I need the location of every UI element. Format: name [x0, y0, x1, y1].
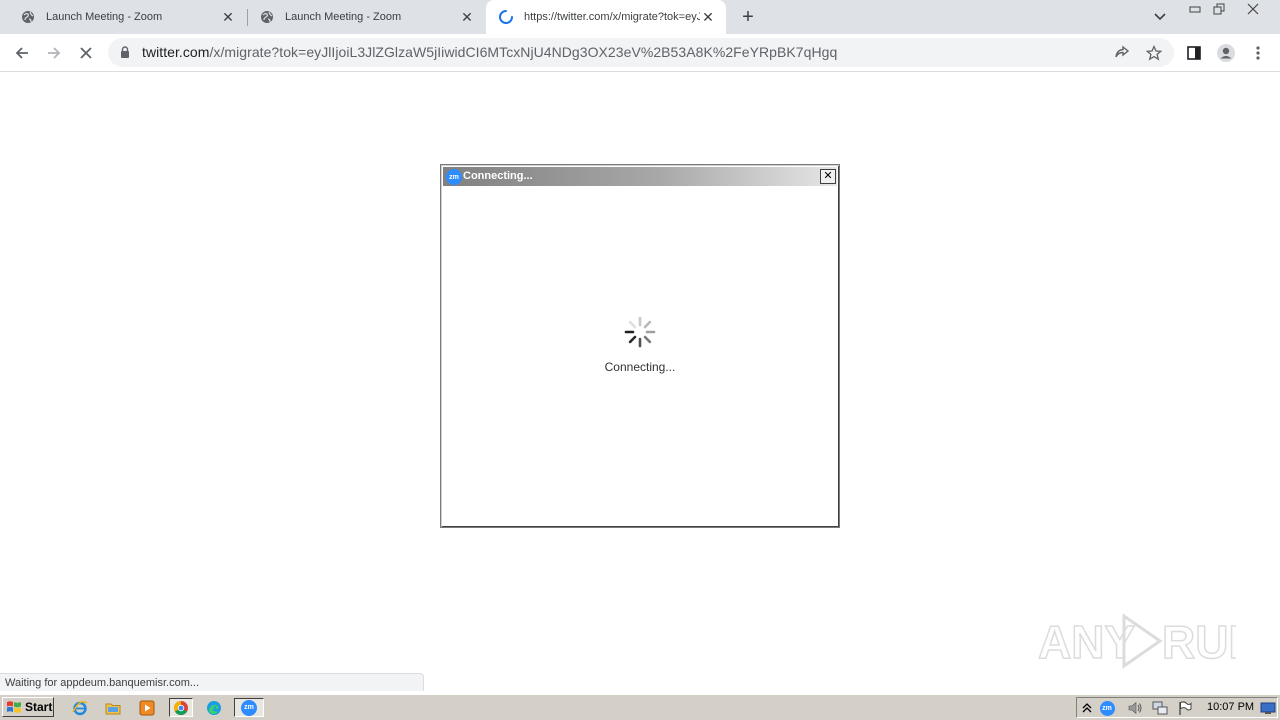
- new-tab-button[interactable]: +: [736, 5, 760, 29]
- tab-close-icon[interactable]: ✕: [459, 9, 475, 25]
- zoom-tray-badge: zm: [1099, 700, 1115, 716]
- windows-taskbar: Start zm zm 10:07 PM: [0, 694, 1280, 720]
- back-button[interactable]: [9, 40, 35, 66]
- volume-icon[interactable]: [1127, 700, 1143, 716]
- stop-loading-button[interactable]: [73, 40, 99, 66]
- taskbar-clock[interactable]: 10:07 PM: [1207, 701, 1254, 713]
- profile-button[interactable]: [1213, 40, 1239, 66]
- tab-strip: Launch Meeting - Zoom ✕ Launch Meeting -…: [0, 0, 1280, 34]
- tab-search-button[interactable]: [1150, 7, 1170, 27]
- bookmark-star-icon[interactable]: [1145, 44, 1163, 62]
- dialog-title: Connecting...: [463, 170, 533, 182]
- avatar-icon: [1217, 44, 1235, 62]
- network-icon[interactable]: [1152, 700, 1168, 716]
- url-host: twitter.com: [142, 44, 210, 60]
- start-button[interactable]: Start: [2, 697, 54, 717]
- edge-icon[interactable]: [204, 698, 224, 717]
- tab-title: https://twitter.com/x/migrate?tok=eyJlIj…: [524, 11, 700, 23]
- url-text[interactable]: twitter.com/x/migrate?tok=eyJlIjoiL3JlZG…: [142, 44, 837, 60]
- address-bar[interactable]: twitter.com/x/migrate?tok=eyJlIjoiL3JlZG…: [108, 38, 1174, 67]
- show-hidden-icons-button[interactable]: [1079, 700, 1095, 716]
- menu-button[interactable]: [1245, 40, 1271, 66]
- zoom-app-icon: zm: [241, 699, 257, 716]
- system-tray: zm 10:07 PM: [1076, 697, 1278, 718]
- tab-close-icon[interactable]: ✕: [220, 9, 236, 25]
- zoom-taskbar-button[interactable]: zm: [234, 698, 264, 717]
- status-bubble: Waiting for appdeum.banquemisr.com...: [0, 673, 424, 691]
- chrome-icon: [174, 700, 188, 715]
- arrow-left-icon: [15, 47, 28, 59]
- start-label: Start: [25, 700, 53, 714]
- windows-logo-icon: [7, 701, 21, 713]
- close-icon: [80, 47, 92, 59]
- globe-icon: [259, 9, 275, 25]
- tab-launch-meeting-1[interactable]: Launch Meeting - Zoom ✕: [8, 0, 246, 34]
- tab-twitter-migrate[interactable]: https://twitter.com/x/migrate?tok=eyJlIj…: [486, 0, 726, 34]
- arrow-right-icon: [48, 47, 61, 59]
- svg-text:ANY: ANY: [1038, 616, 1135, 668]
- minimize-icon: [1189, 6, 1201, 13]
- dialog-close-button[interactable]: ✕: [820, 169, 836, 184]
- tray-zoom-icon[interactable]: zm: [1099, 700, 1115, 716]
- internet-explorer-icon[interactable]: [70, 698, 90, 717]
- zoom-app-icon: zm: [446, 169, 462, 185]
- show-desktop-icon[interactable]: [1260, 700, 1276, 716]
- lock-icon[interactable]: [118, 45, 132, 59]
- connecting-status-text: Connecting...: [604, 360, 676, 374]
- file-explorer-icon[interactable]: [103, 698, 123, 717]
- action-center-flag-icon[interactable]: [1177, 700, 1193, 716]
- side-panel-icon: [1187, 46, 1201, 60]
- chevron-up-icon: [1082, 703, 1092, 713]
- chrome-taskbar-button[interactable]: [169, 698, 193, 717]
- close-window-button[interactable]: [1242, 0, 1264, 18]
- url-path: /x/migrate?tok=eyJlIjoiL3JlZGlzaW5jIiwid…: [209, 44, 838, 60]
- tab-close-icon[interactable]: ✕: [700, 9, 716, 25]
- media-player-icon[interactable]: [137, 698, 157, 717]
- side-panel-button[interactable]: [1181, 40, 1207, 66]
- anyrun-watermark-logo: ANY RUN: [1037, 613, 1236, 669]
- kebab-menu-icon: [1256, 46, 1260, 60]
- tab-title: Launch Meeting - Zoom: [285, 11, 402, 23]
- browser-toolbar: twitter.com/x/migrate?tok=eyJlIjoiL3JlZG…: [0, 34, 1280, 72]
- dialog-titlebar[interactable]: zm Connecting... ✕: [443, 167, 837, 186]
- minimize-button[interactable]: [1184, 0, 1206, 18]
- loading-spinner-icon: [498, 9, 514, 25]
- zoom-connecting-dialog: zm Connecting... ✕ Connecting...: [440, 164, 840, 528]
- globe-icon: [20, 9, 36, 25]
- tab-title: Launch Meeting - Zoom: [46, 11, 163, 23]
- loading-spinner-icon: [624, 316, 656, 348]
- restore-icon: [1213, 3, 1225, 15]
- share-icon[interactable]: [1113, 44, 1131, 62]
- forward-button[interactable]: [41, 40, 67, 66]
- tab-launch-meeting-2[interactable]: Launch Meeting - Zoom ✕: [247, 0, 485, 34]
- svg-text:RUN: RUN: [1162, 616, 1236, 668]
- restore-button[interactable]: [1208, 0, 1230, 18]
- chevron-down-icon: [1154, 13, 1166, 21]
- close-icon: [1247, 3, 1259, 15]
